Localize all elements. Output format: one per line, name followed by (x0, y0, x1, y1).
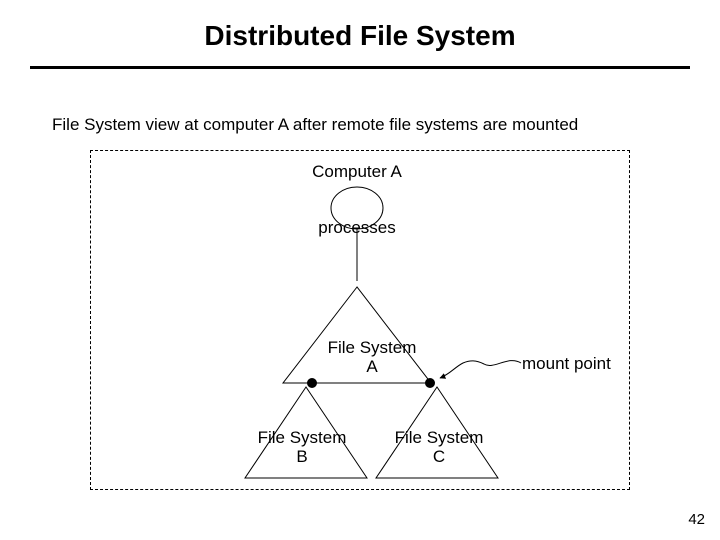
mount-point-dot-right (425, 378, 435, 388)
mount-point-arrow (440, 361, 521, 378)
mount-point-dot-left (307, 378, 317, 388)
fs-c-triangle (376, 387, 498, 478)
fs-b-triangle (245, 387, 367, 478)
processes-icon (331, 187, 383, 229)
fs-a-triangle (283, 287, 431, 383)
diagram-svg (0, 0, 720, 540)
